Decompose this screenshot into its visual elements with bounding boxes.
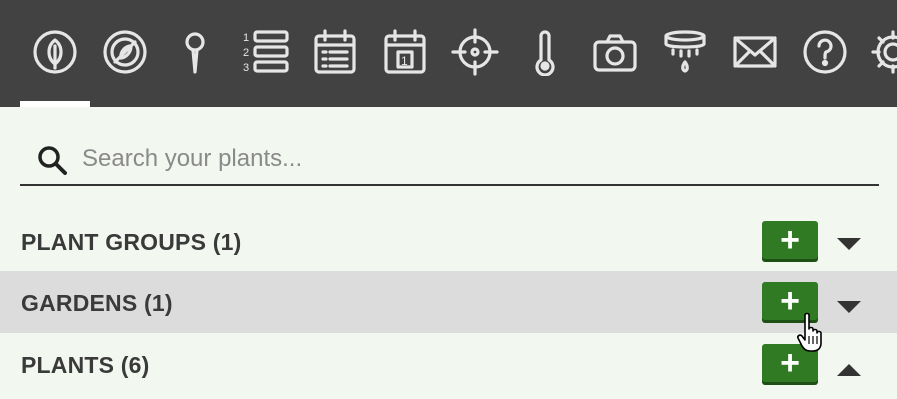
help-icon[interactable]	[800, 27, 850, 77]
chevron-down-icon[interactable]	[836, 237, 862, 251]
irrigation-icon[interactable]	[660, 27, 710, 77]
section-label: PLANT GROUPS (1)	[21, 229, 242, 255]
section-label: PLANTS (6)	[21, 352, 150, 378]
calendar-day-icon[interactable]: 1	[380, 27, 430, 77]
map-pin-icon[interactable]	[170, 27, 220, 77]
numbered-list-icon[interactable]: 1 2 3	[240, 27, 290, 77]
section-gardens[interactable]: GARDENS (1) +	[0, 271, 897, 333]
hand-cursor-icon	[797, 312, 822, 352]
leaf-icon[interactable]	[30, 27, 80, 77]
section-plant-groups[interactable]: PLANT GROUPS (1) +	[0, 210, 897, 272]
search-icon	[38, 146, 67, 175]
svg-text:1: 1	[243, 32, 249, 44]
top-toolbar: 1 2 3 1	[0, 0, 897, 107]
svg-text:2: 2	[243, 47, 249, 59]
settings-icon[interactable]	[868, 27, 897, 77]
crosshair-icon[interactable]	[450, 27, 500, 77]
camera-icon[interactable]	[590, 27, 640, 77]
add-plant-group-button[interactable]: +	[762, 221, 818, 259]
svg-text:3: 3	[243, 62, 249, 74]
chevron-up-icon[interactable]	[836, 363, 862, 377]
no-plant-icon[interactable]	[100, 27, 150, 77]
thermometer-icon[interactable]	[520, 27, 570, 77]
section-label: GARDENS (1)	[21, 290, 173, 316]
active-tab-indicator	[20, 101, 90, 107]
section-plants[interactable]: PLANTS (6) +	[0, 333, 897, 395]
calendar-list-icon[interactable]	[310, 27, 360, 77]
calendar-day-number: 1	[401, 54, 408, 68]
search-input[interactable]	[80, 138, 864, 180]
chevron-down-icon[interactable]	[836, 300, 862, 314]
search-bar	[20, 130, 879, 186]
mail-icon[interactable]	[730, 27, 780, 77]
